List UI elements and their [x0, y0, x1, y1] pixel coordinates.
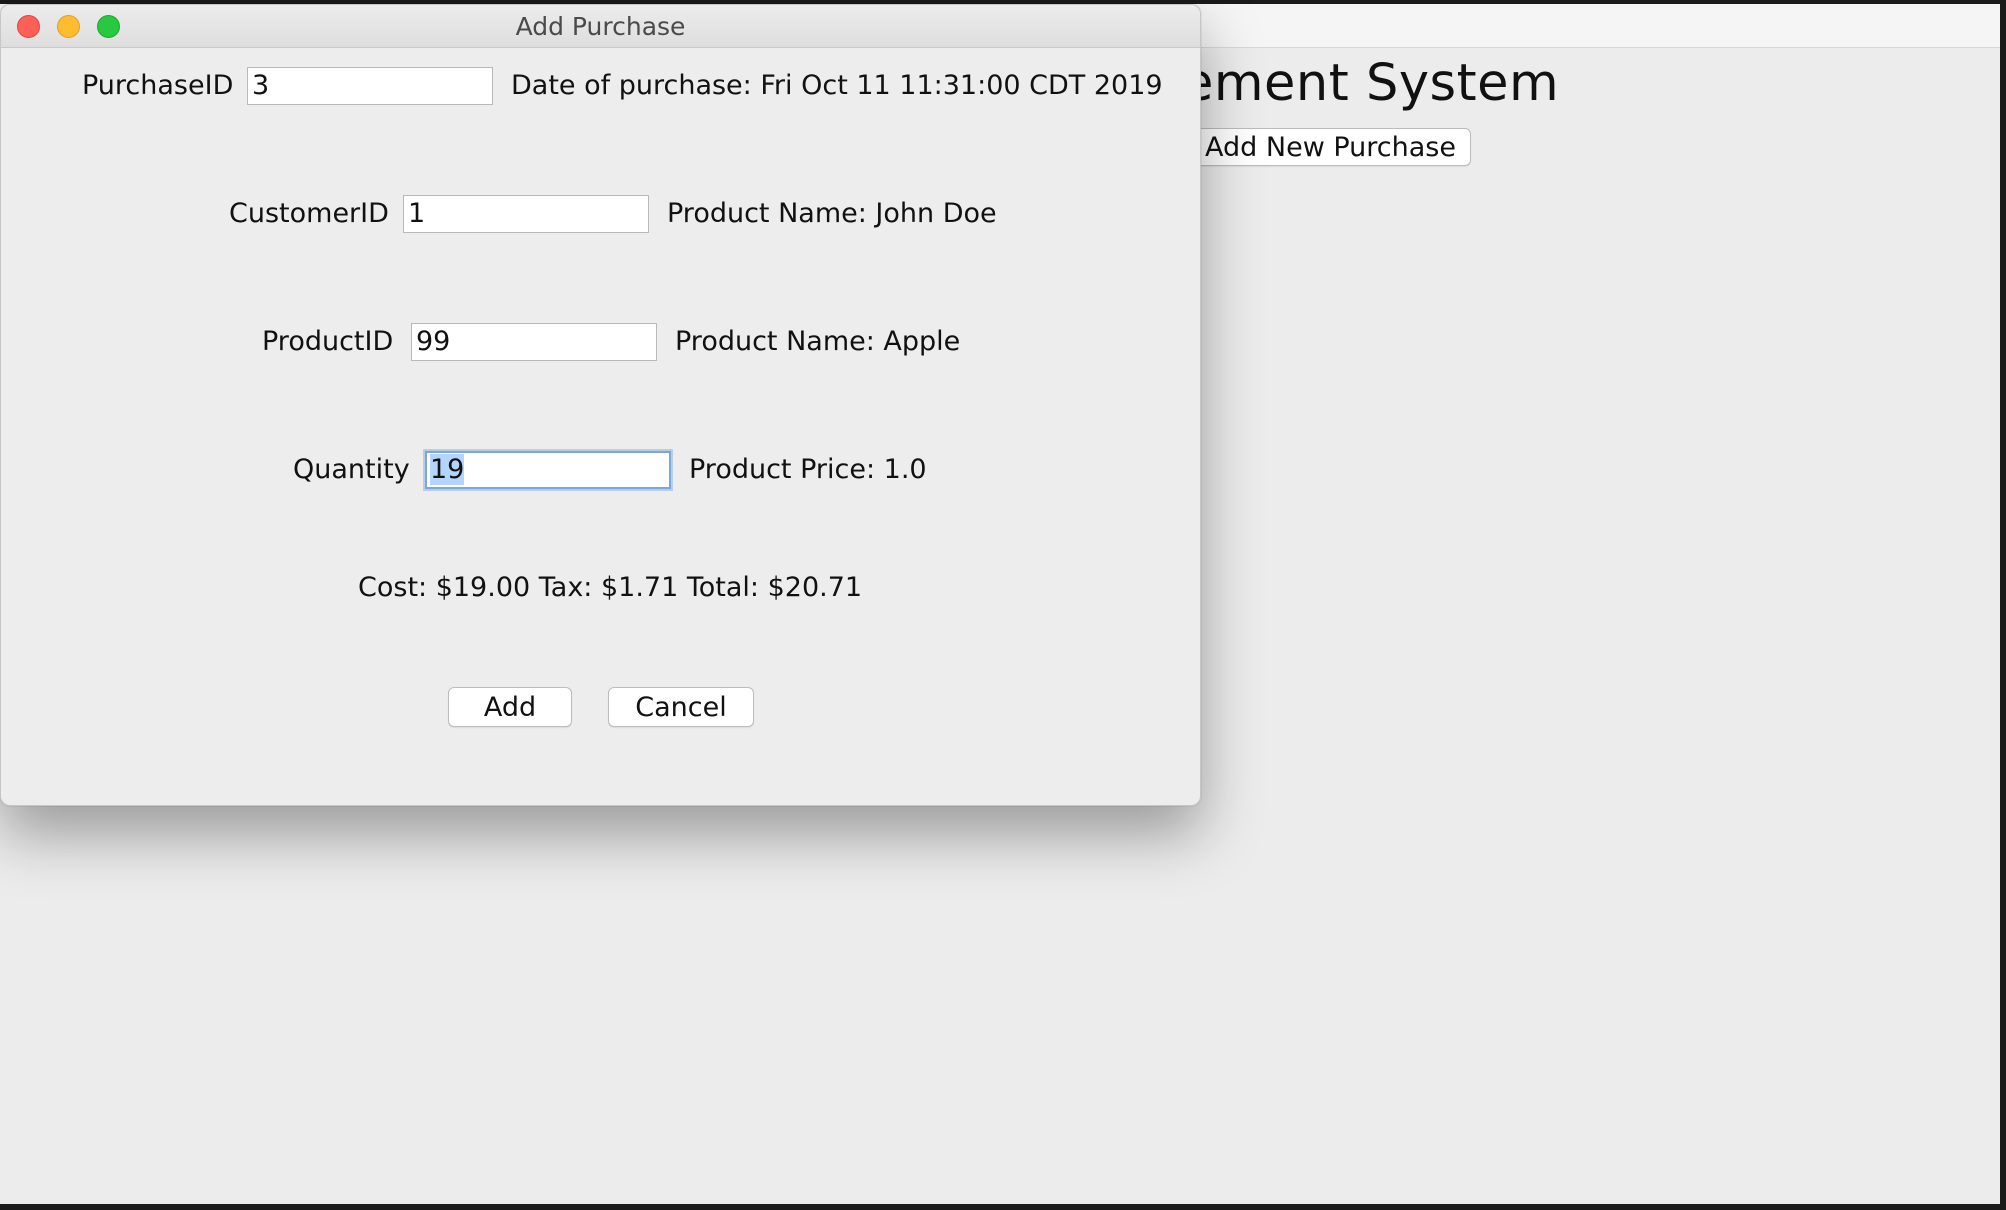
maximize-window-icon[interactable]: [97, 15, 120, 38]
date-of-purchase-text: Date of purchase: Fri Oct 11 11:31:00 CD…: [511, 70, 1163, 101]
close-window-icon[interactable]: [17, 15, 40, 38]
cost-summary-text: Cost: $19.00 Tax: $1.71 Total: $20.71: [358, 572, 863, 603]
add-purchase-dialog: Add Purchase PurchaseID 3 Date of purcha…: [0, 4, 1201, 806]
minimize-window-icon[interactable]: [57, 15, 80, 38]
dialog-title: Add Purchase: [515, 12, 686, 41]
quantity-input[interactable]: 19: [425, 451, 671, 489]
purchase-id-input[interactable]: 3: [247, 67, 493, 105]
dialog-titlebar[interactable]: Add Purchase: [1, 5, 1200, 48]
product-id-input[interactable]: 99: [411, 323, 657, 361]
add-button[interactable]: Add: [448, 687, 572, 727]
main-window-heading: ement System: [1182, 54, 1560, 113]
product-name-text: Product Name: Apple: [675, 326, 961, 357]
product-price-text: Product Price: 1.0: [689, 454, 927, 485]
customer-id-input[interactable]: 1: [403, 195, 649, 233]
cancel-button[interactable]: Cancel: [608, 687, 754, 727]
screen-edge: [2000, 0, 2006, 1210]
add-new-purchase-button[interactable]: Add New Purchase: [1190, 128, 1471, 166]
quantity-label: Quantity: [293, 454, 410, 485]
purchase-id-label: PurchaseID: [82, 70, 234, 101]
quantity-selected-text: 19: [430, 454, 465, 485]
customer-name-text: Product Name: John Doe: [667, 198, 997, 229]
product-id-label: ProductID: [262, 326, 394, 357]
customer-id-label: CustomerID: [229, 198, 389, 229]
